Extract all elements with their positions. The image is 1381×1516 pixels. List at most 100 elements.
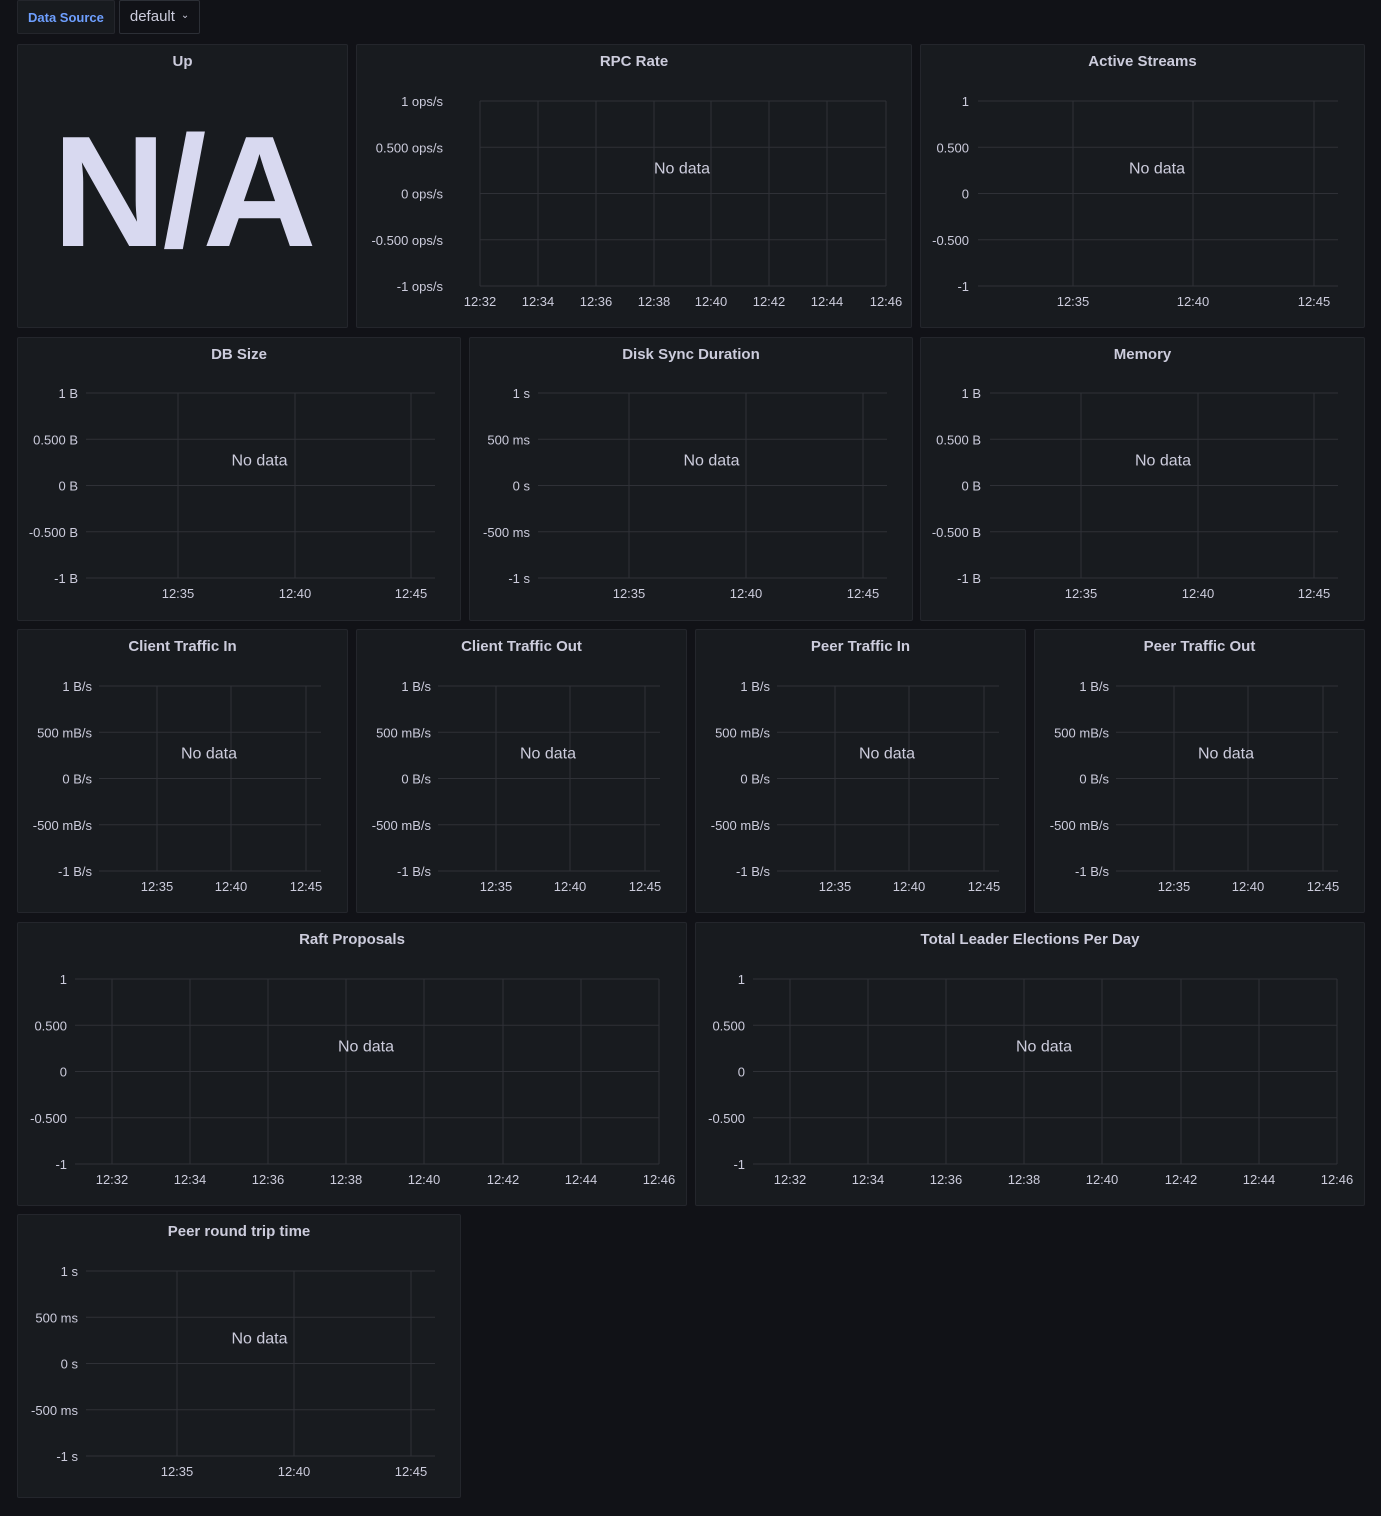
panel-peer-round-trip-time[interactable]: Peer round trip time 1 s 500 ms 0 s -500 ms… bbox=[17, 1214, 461, 1498]
x-tick-label: 12:45 bbox=[968, 879, 1001, 894]
graph-grid bbox=[777, 685, 999, 872]
y-tick-label: -0.500 ops/s bbox=[371, 233, 443, 248]
x-tick-label: 12:44 bbox=[1243, 1172, 1276, 1187]
y-tick-label: 1 B/s bbox=[740, 679, 770, 694]
y-tick-label: -0.500 bbox=[932, 233, 969, 248]
x-tick-label: 12:46 bbox=[870, 294, 903, 309]
y-tick-label: 0 bbox=[60, 1065, 67, 1080]
y-tick-label: 0.500 bbox=[712, 1018, 745, 1033]
panel-rpc-rate[interactable]: RPC Rate 1 ops/s 0.500 ops/s 0 ops/s -0.500… bbox=[356, 44, 912, 328]
panel-total-leader-elections-per-day[interactable]: Total Leader Elections Per Day 1 0.500 0 -0… bbox=[695, 922, 1365, 1206]
y-tick-label: 0.500 ops/s bbox=[376, 140, 444, 155]
panel-title: Up bbox=[172, 53, 193, 70]
y-tick-label: 500 mB/s bbox=[37, 725, 92, 740]
panel-client-traffic-out[interactable]: Client Traffic Out 1 B/s 500 mB/s 0 B/s -50… bbox=[356, 629, 687, 913]
panel-active-streams[interactable]: Active Streams 1 0.500 0 -0.500 -1 12:35 12:40… bbox=[920, 44, 1365, 328]
panel-peer-traffic-in[interactable]: Peer Traffic In 1 B/s 500 mB/s 0 B/s -500 m… bbox=[695, 629, 1026, 913]
no-data-message: No data bbox=[231, 1331, 287, 1348]
y-tick-label: 0 B bbox=[58, 479, 78, 494]
stat-value: N/A bbox=[52, 104, 316, 280]
y-tick-label: 1 B/s bbox=[62, 679, 92, 694]
x-tick-label: 12:45 bbox=[1307, 879, 1340, 894]
panel-peer-traffic-out[interactable]: Peer Traffic Out 1 B/s 500 mB/s 0 B/s -500 … bbox=[1034, 629, 1365, 913]
panel-up[interactable]: Up N/A bbox=[17, 44, 348, 328]
no-data-message: No data bbox=[181, 746, 237, 763]
graph-plot: 1 0.500 0 -0.500 -1 12:32 12:34 12:36 12:38 12:40… bbox=[30, 972, 675, 1187]
x-tick-label: 12:32 bbox=[774, 1172, 807, 1187]
graph-grid bbox=[75, 978, 660, 1165]
x-tick-label: 12:46 bbox=[1321, 1172, 1354, 1187]
y-tick-label: 0 s bbox=[61, 1357, 79, 1372]
x-tick-label: 12:34 bbox=[852, 1172, 885, 1187]
x-tick-label: 12:35 bbox=[1057, 294, 1090, 309]
no-data-message: No data bbox=[1129, 161, 1185, 178]
no-data-message: No data bbox=[654, 161, 710, 178]
x-tick-label: 12:35 bbox=[613, 586, 646, 601]
panel-memory[interactable]: Memory 1 B 0.500 B0 B -0.500 B -1 B 12:35 12:… bbox=[920, 337, 1365, 621]
graph-plot: 1 B/s 500 mB/s 0 B/s -500 mB/s -1 B/s 12:35 12… bbox=[1050, 679, 1340, 894]
y-tick-label: -1 bbox=[957, 279, 969, 294]
x-tick-label: 12:44 bbox=[811, 294, 844, 309]
x-tick-label: 12:40 bbox=[408, 1172, 441, 1187]
y-tick-label: -1 ops/s bbox=[397, 279, 444, 294]
y-tick-label: 0 B/s bbox=[401, 772, 431, 787]
x-tick-label: 12:42 bbox=[487, 1172, 520, 1187]
graph-plot: 1 B/s 500 mB/s 0 B/s -500 mB/s -1 B/s 12:35 12… bbox=[711, 679, 1001, 894]
y-tick-label: 500 ms bbox=[487, 432, 530, 447]
y-tick-label: 0 s bbox=[513, 479, 531, 494]
y-tick-label: -1 B bbox=[957, 571, 981, 586]
datasource-variable-label: Data Source bbox=[17, 0, 115, 34]
no-data-message: No data bbox=[1198, 746, 1254, 763]
y-tick-label: 0 ops/s bbox=[401, 187, 443, 202]
x-tick-label: 12:45 bbox=[629, 879, 662, 894]
graph-plot: 1 B/s 500 mB/s 0 B/s -500 mB/s -1 B/s 12:35 12… bbox=[372, 679, 662, 894]
datasource-variable-select[interactable]: default ⌄ bbox=[118, 0, 201, 34]
x-tick-label: 12:34 bbox=[174, 1172, 207, 1187]
y-tick-label: 500 mB/s bbox=[715, 725, 770, 740]
y-tick-label: -1 B/s bbox=[1075, 864, 1109, 879]
x-tick-label: 12:38 bbox=[330, 1172, 363, 1187]
panel-db-size[interactable]: DB Size 1 B 0.500 B0 B -0.500 B -1 B 12:35 12… bbox=[17, 337, 461, 621]
graph-plot: 1 B 0.500 B 0 B -0.500 B -1 B 12:35 12:40 12:45… bbox=[932, 386, 1338, 601]
y-tick-label: 1 bbox=[962, 94, 969, 109]
y-tick-label: 1 B/s bbox=[401, 679, 431, 694]
no-data-message: No data bbox=[338, 1039, 394, 1056]
y-tick-label: 0 bbox=[738, 1065, 745, 1080]
x-tick-label: 12:34 bbox=[522, 294, 555, 309]
y-tick-label: 0 bbox=[962, 187, 969, 202]
y-tick-label: 500 ms bbox=[35, 1310, 78, 1325]
y-tick-label: -0.500 bbox=[708, 1111, 745, 1126]
x-tick-label: 12:36 bbox=[252, 1172, 285, 1187]
x-tick-label: 12:38 bbox=[638, 294, 671, 309]
x-tick-label: 12:35 bbox=[162, 586, 195, 601]
variable-bar: Data Source default ⌄ bbox=[17, 0, 201, 35]
panel-client-traffic-in[interactable]: Client Traffic In 1 B/s 500 mB/s 0 B/s -500… bbox=[17, 629, 348, 913]
y-tick-label: 0.500 bbox=[34, 1018, 67, 1033]
panel-raft-proposals[interactable]: Raft Proposals 1 0.500 0 -0.500 -1 12:32 12:34… bbox=[17, 922, 687, 1206]
y-tick-label: -1 s bbox=[56, 1449, 78, 1464]
y-tick-label: 1 B bbox=[961, 386, 981, 401]
y-tick-label: -500 ms bbox=[483, 525, 530, 540]
no-data-message: No data bbox=[520, 746, 576, 763]
y-tick-label: 0.500 B bbox=[936, 432, 981, 447]
datasource-variable-value: default bbox=[129, 8, 175, 25]
panel-disk-sync-duration[interactable]: Disk Sync Duration 1 s 500 ms 0 s -500 ms -1… bbox=[469, 337, 913, 621]
x-tick-label: 12:45 bbox=[1298, 294, 1331, 309]
graph-plot: 1 ops/s 0.500 ops/s 0 ops/s -0.500 ops/s -1 … bbox=[371, 94, 903, 309]
y-tick-label: -0.500 B bbox=[29, 525, 78, 540]
graph-plot: 1 s 500 ms 0 s -500 ms -1 s 12:35 12:40 12:45 No… bbox=[483, 386, 887, 601]
graph-grid bbox=[753, 978, 1338, 1165]
graph-plot: 1 0.500 0 -0.500 -1 12:32 12:34 12:36 12:38 12:40… bbox=[708, 972, 1354, 1187]
y-tick-label: -1 bbox=[55, 1157, 67, 1172]
x-tick-label: 12:45 bbox=[290, 879, 323, 894]
graph-grid bbox=[99, 685, 321, 872]
y-tick-label: -500 mB/s bbox=[1050, 818, 1110, 833]
y-tick-label: -1 B/s bbox=[736, 864, 770, 879]
x-tick-label: 12:35 bbox=[819, 879, 852, 894]
no-data-message: No data bbox=[683, 453, 739, 470]
chevron-down-icon: ⌄ bbox=[180, 10, 190, 21]
no-data-message: No data bbox=[859, 746, 915, 763]
graph-grid bbox=[86, 392, 435, 579]
y-tick-label: 1 B/s bbox=[1079, 679, 1109, 694]
x-tick-label: 12:45 bbox=[1298, 586, 1331, 601]
